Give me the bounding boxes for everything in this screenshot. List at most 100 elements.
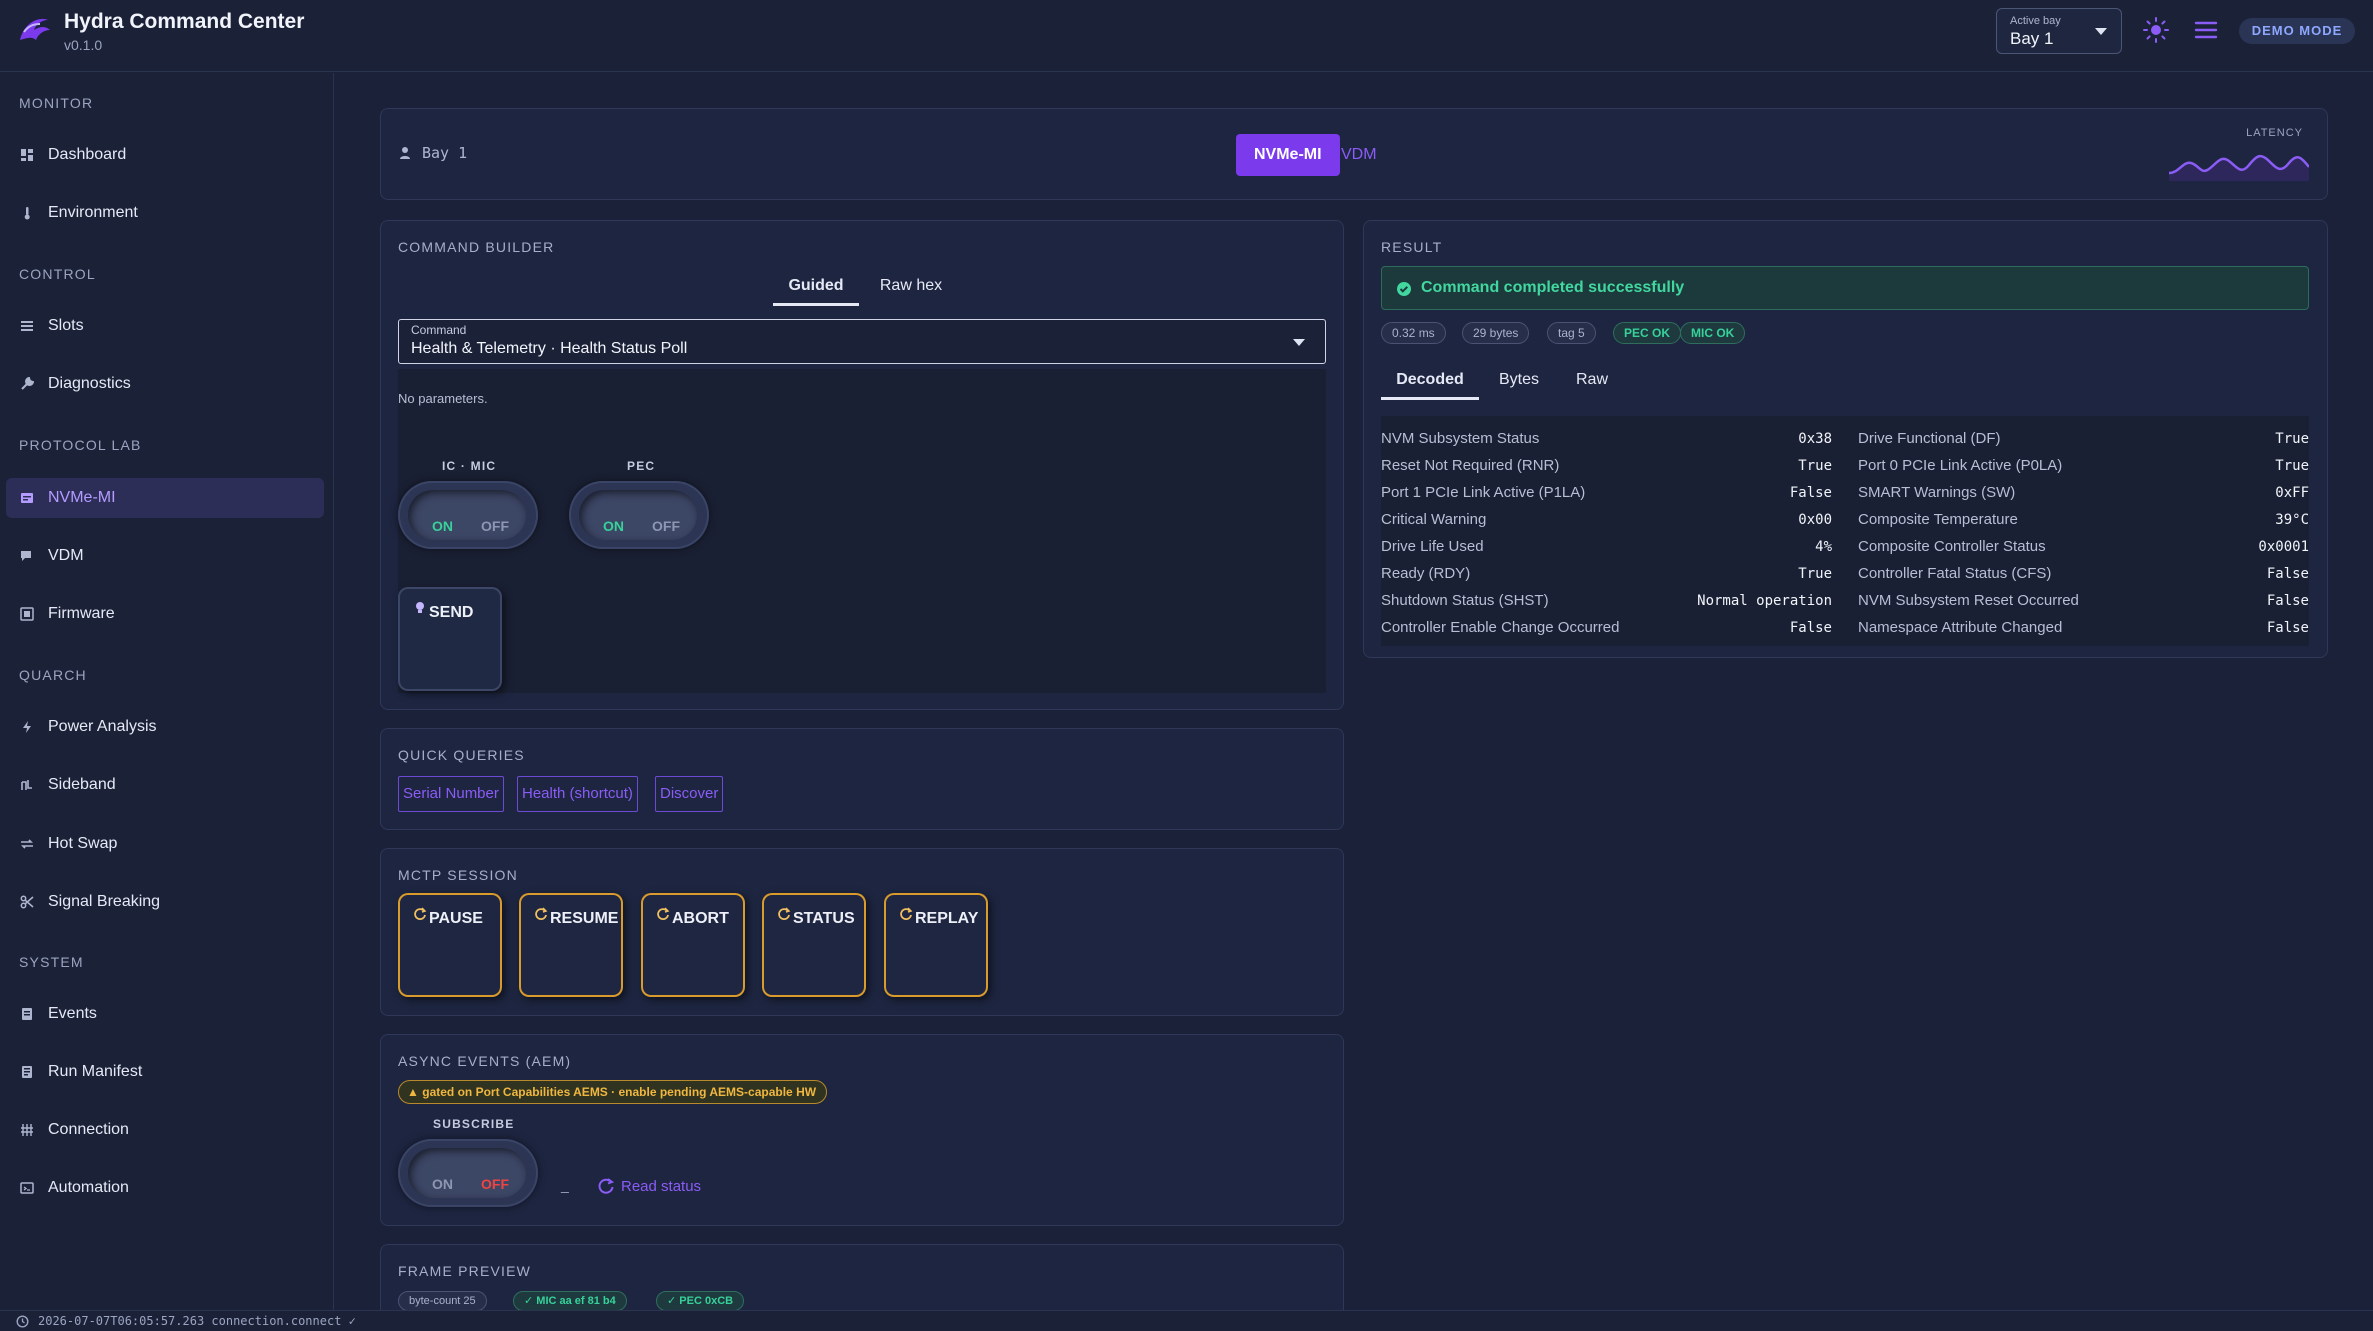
- sidebar-item-slots[interactable]: Slots: [6, 306, 324, 346]
- replay-button[interactable]: REPLAY: [884, 893, 988, 997]
- pec-pill-label: PEC 0xCB: [679, 1295, 734, 1307]
- sidebar-item-events[interactable]: Events: [6, 994, 324, 1034]
- field-name: NVM Subsystem Status: [1381, 430, 1540, 447]
- warning-icon: ▲: [407, 1085, 419, 1099]
- nav-section-protocol-lab: PROTOCOL LAB: [19, 437, 142, 453]
- sun-icon[interactable]: [2140, 14, 2172, 46]
- mctp-session-panel: MCTP SESSION PAUSE RESUME ABORT STATUS R…: [380, 848, 1344, 1016]
- field-name: Composite Controller Status: [1858, 538, 2046, 555]
- sidebar-item-power-analysis[interactable]: Power Analysis: [6, 707, 324, 747]
- tab-vdm[interactable]: VDM: [1323, 134, 1395, 176]
- sidebar-item-run-manifest[interactable]: Run Manifest: [6, 1052, 324, 1092]
- sidebar-item-nvme-mi[interactable]: NVMe-MI: [6, 478, 324, 518]
- check-circle-icon: [1397, 282, 1411, 296]
- nav-section-system: SYSTEM: [19, 954, 84, 970]
- toggle-on-label: ON: [432, 1176, 453, 1192]
- sidebar-item-automation[interactable]: Automation: [6, 1168, 324, 1208]
- success-alert: Command completed successfully: [1381, 266, 2309, 310]
- active-bay-select[interactable]: Active bay Bay 1: [1996, 8, 2122, 54]
- pec-ok-pill: PEC OK: [1613, 322, 1682, 344]
- params-text: No parameters.: [398, 391, 488, 406]
- sidebar-item-hot-swap[interactable]: Hot Swap: [6, 824, 324, 864]
- field-value: 0xFF: [2275, 485, 2309, 501]
- send-button-label: SEND: [429, 604, 474, 621]
- success-message: Command completed successfully: [1421, 279, 1685, 296]
- result-panel: RESULT Command completed successfully 0.…: [1363, 220, 2328, 658]
- latency-label: LATENCY: [2246, 127, 2303, 139]
- field-name: Port 0 PCIe Link Active (P0LA): [1858, 457, 2063, 474]
- bay-chip-label: Bay 1: [422, 144, 468, 162]
- send-button[interactable]: SEND: [398, 587, 502, 691]
- tab-decoded[interactable]: Decoded: [1381, 371, 1479, 389]
- sidebar-item-label: Dashboard: [48, 146, 127, 163]
- sidebar-item-label: NVMe-MI: [48, 489, 116, 506]
- nvme-icon: [21, 493, 33, 503]
- nav-section-control: CONTROL: [19, 266, 96, 282]
- field-name: Controller Fatal Status (CFS): [1858, 565, 2052, 582]
- hamburger-menu-icon[interactable]: [2190, 14, 2222, 46]
- tab-raw[interactable]: Raw: [1560, 371, 1624, 389]
- sidebar-item-sideband[interactable]: Sideband: [6, 765, 324, 805]
- field-value: 39°C: [2275, 512, 2309, 528]
- refresh-icon: [598, 1178, 615, 1194]
- decoded-row: Drive Functional (DF) True: [1858, 426, 2309, 453]
- decoded-row: SMART Warnings (SW) 0xFF: [1858, 480, 2309, 507]
- user-icon: [400, 147, 410, 159]
- decoded-row: Critical Warning 0x00: [1381, 507, 1832, 534]
- toggle-off-label: OFF: [481, 518, 509, 534]
- field-value: True: [1798, 458, 1832, 474]
- subscribe-toggle[interactable]: ON OFF: [398, 1139, 538, 1207]
- field-value: False: [2266, 566, 2309, 582]
- events-icon: [22, 1008, 32, 1020]
- status-button-label: STATUS: [793, 910, 855, 927]
- field-value: 4%: [1815, 539, 1832, 555]
- decoded-row: Port 0 PCIe Link Active (P0LA) True: [1858, 453, 2309, 480]
- field-name: Port 1 PCIe Link Active (P1LA): [1381, 484, 1586, 501]
- field-name: Namespace Attribute Changed: [1858, 619, 2063, 636]
- decoded-row: NVM Subsystem Status 0x38: [1381, 426, 1832, 453]
- pec-toggle[interactable]: ON OFF: [569, 481, 709, 549]
- status-button[interactable]: STATUS: [762, 893, 866, 997]
- app-title: Hydra Command Center: [64, 10, 305, 33]
- tab-guided[interactable]: Guided: [773, 277, 859, 295]
- sidebar-item-connection[interactable]: Connection: [6, 1110, 324, 1150]
- sidebar-item-label: Automation: [48, 1179, 129, 1196]
- sidebar-item-environment[interactable]: Environment: [6, 193, 324, 233]
- sidebar-item-dashboard[interactable]: Dashboard: [6, 135, 324, 175]
- wrench-icon: [21, 377, 34, 390]
- field-value: Normal operation: [1697, 593, 1832, 609]
- field-value: 0x00: [1798, 512, 1832, 528]
- ic-mic-toggle[interactable]: ON OFF: [398, 481, 538, 549]
- abort-button[interactable]: ABORT: [641, 893, 745, 997]
- field-value: 0x0001: [2258, 539, 2309, 555]
- pause-button[interactable]: PAUSE: [398, 893, 502, 997]
- field-value: True: [2275, 431, 2309, 447]
- replay-button-label: REPLAY: [915, 910, 979, 927]
- latency-pill: 0.32 ms: [1381, 322, 1446, 344]
- decoded-row: Composite Temperature 39°C: [1858, 507, 2309, 534]
- field-value: 0x38: [1798, 431, 1832, 447]
- bytes-pill: 29 bytes: [1462, 322, 1530, 344]
- health-shortcut-button[interactable]: Health (shortcut): [517, 776, 638, 812]
- toggle-off-label: OFF: [652, 518, 680, 534]
- sidebar-item-vdm[interactable]: VDM: [6, 536, 324, 576]
- decoded-row: Ready (RDY) True: [1381, 561, 1832, 588]
- command-select[interactable]: Command Health & Telemetry · Health Stat…: [398, 319, 1326, 364]
- status-text: 2026-07-07T06:05:57.263 connection.conne…: [38, 1314, 356, 1328]
- tab-bytes[interactable]: Bytes: [1482, 371, 1556, 389]
- active-bay-value: Bay 1: [2010, 29, 2054, 48]
- sidebar-item-label: Slots: [48, 317, 84, 334]
- resume-button[interactable]: RESUME: [519, 893, 623, 997]
- quick-queries-title: QUICK QUERIES: [398, 747, 525, 763]
- read-status-button[interactable]: Read status: [597, 1177, 701, 1195]
- sidebar-item-signal-breaking[interactable]: Signal Breaking: [6, 882, 324, 922]
- mic-ok-pill: MIC OK: [1680, 322, 1746, 344]
- subscribe-separator: _: [561, 1177, 569, 1193]
- sidebar-item-diagnostics[interactable]: Diagnostics: [6, 364, 324, 404]
- serial-number-button[interactable]: Serial Number: [398, 776, 504, 812]
- tab-raw-hex[interactable]: Raw hex: [861, 277, 961, 295]
- sidebar-item-firmware[interactable]: Firmware: [6, 594, 324, 634]
- discover-button[interactable]: Discover: [655, 776, 724, 812]
- aems-warning-text: gated on Port Capabilities AEMS · enable…: [422, 1085, 817, 1099]
- refresh-icon: [535, 907, 548, 920]
